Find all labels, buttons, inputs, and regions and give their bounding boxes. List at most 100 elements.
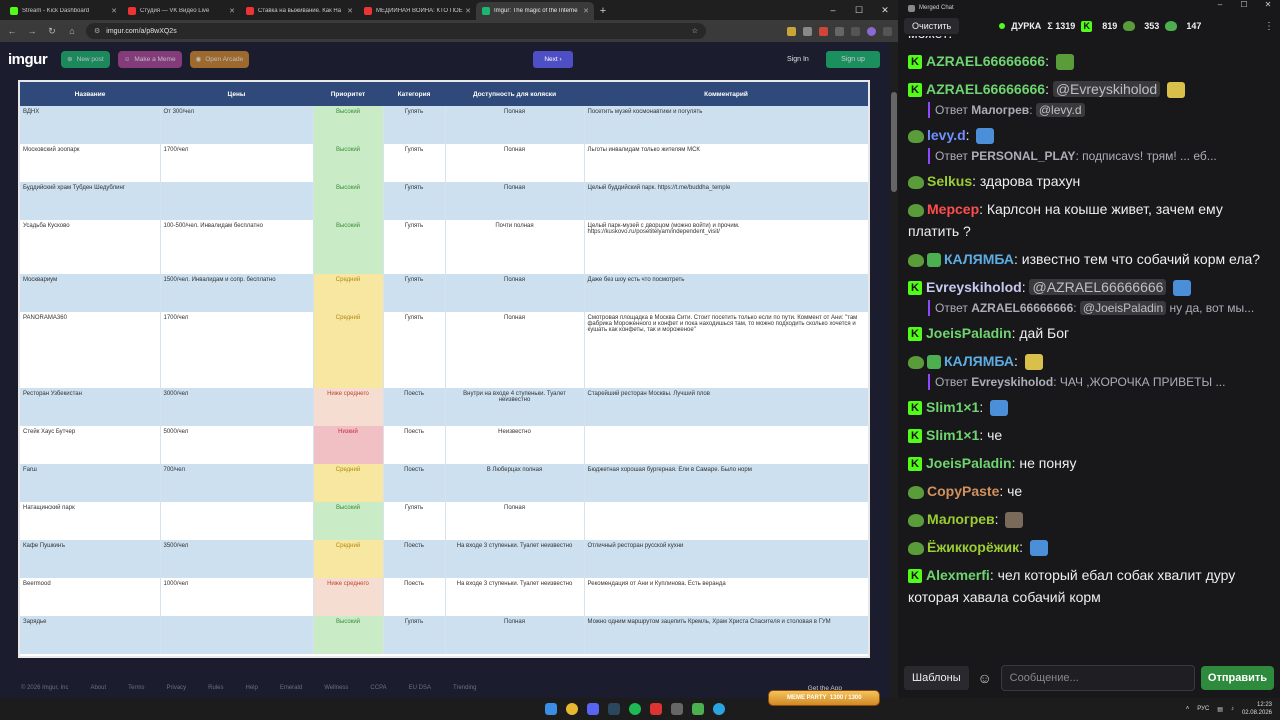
page-scrollbar[interactable] <box>890 42 898 698</box>
chat-settings-icon[interactable]: ⋮ <box>1264 21 1274 32</box>
maximize-icon[interactable]: ☐ <box>1232 0 1256 9</box>
chat-username[interactable]: Малогрев <box>927 511 995 527</box>
windows-start-icon[interactable] <box>545 703 557 715</box>
tray-chevron-icon[interactable]: ˄ <box>1186 706 1190 712</box>
message-input[interactable]: Сообщение... <box>1000 665 1195 691</box>
volume-icon[interactable]: ♪ <box>1231 706 1234 712</box>
tab-close-icon[interactable]: ✕ <box>347 7 353 15</box>
extension-icon[interactable] <box>787 26 796 36</box>
mention[interactable]: @Evreyskiholod <box>1052 81 1161 97</box>
reply-preview[interactable]: Ответ AZRAEL66666666: @JoeisPaladin ну д… <box>928 300 1270 316</box>
url-field[interactable]: ⚙ imgur.com/a/p8wXQ2s ☆ <box>86 23 706 39</box>
site-info-icon[interactable]: ⚙ <box>94 27 100 35</box>
reply-preview[interactable]: Ответ PERSONAL_PLAY: подписаvs! трям! ..… <box>928 148 1270 164</box>
chat-messages[interactable]: может: KAZRAEL66666666: KAZRAEL66666666:… <box>898 36 1280 658</box>
browser-tab[interactable]: МЕДИЙНАЯ ВОЙНА: КТО ПОЕ ✕ <box>358 2 476 20</box>
extension-icon[interactable] <box>819 26 828 36</box>
tab-title: Ставка на выживание. Как На <box>258 8 342 14</box>
footer-link[interactable]: EU DSA <box>409 685 431 691</box>
chat-username[interactable]: AZRAEL66666666 <box>926 81 1045 97</box>
telegram-icon[interactable] <box>713 703 725 715</box>
tab-close-icon[interactable]: ✕ <box>111 7 117 15</box>
home-icon[interactable]: ⌂ <box>66 26 78 36</box>
chat-username[interactable]: Selkus <box>927 173 972 189</box>
download-icon[interactable] <box>851 26 860 36</box>
mention[interactable]: @levy.d <box>1035 103 1085 117</box>
close-icon[interactable]: ✕ <box>872 0 898 20</box>
clear-button[interactable]: Очистить <box>904 18 960 34</box>
column-header: Название <box>20 82 160 106</box>
chrome-icon[interactable] <box>566 703 578 715</box>
footer-link[interactable]: Help <box>246 685 258 691</box>
new-tab-button[interactable]: + <box>594 5 612 17</box>
app-icon[interactable] <box>692 703 704 715</box>
language-indicator[interactable]: РУС <box>1197 706 1209 712</box>
reply-preview[interactable]: Ответ Evreyskiholod: ЧАЧ ,ЖОРОЧКА ПРИВЕТ… <box>928 374 1270 390</box>
close-icon[interactable]: ✕ <box>1256 0 1280 9</box>
extension-icon[interactable] <box>835 26 844 36</box>
browser-tab[interactable]: Студия — VK Видео Live ✕ <box>122 2 240 20</box>
reload-icon[interactable]: ↻ <box>46 26 58 37</box>
make-meme-button[interactable]: ☺ Make a Meme <box>117 50 182 68</box>
reply-preview[interactable]: Ответ Малогрев: @levy.d <box>928 102 1270 118</box>
emoji-icon[interactable]: ☺ <box>975 670 995 686</box>
templates-button[interactable]: Шаблоны <box>904 666 969 690</box>
footer-link[interactable]: Privacy <box>166 685 186 691</box>
footer-link[interactable]: CCPA <box>370 685 386 691</box>
new-post-button[interactable]: ⊕ New post <box>61 50 110 68</box>
footer-link[interactable]: Wellness <box>324 685 348 691</box>
back-icon[interactable]: ← <box>6 26 18 36</box>
open-arcade-button[interactable]: ◉ Open Arcade <box>189 50 250 68</box>
maximize-icon[interactable]: ☐ <box>846 0 872 20</box>
price-cell: 1700/чел <box>160 144 314 182</box>
tab-close-icon[interactable]: ✕ <box>465 7 471 15</box>
extension-icon[interactable] <box>803 26 812 36</box>
chat-username[interactable]: КАЛЯМБА <box>944 251 1014 267</box>
browser-tab[interactable]: Imgur: The magic of the Interne ✕ <box>476 2 594 20</box>
steam-icon[interactable] <box>608 703 620 715</box>
chat-username[interactable]: Alexmerfi <box>926 567 990 583</box>
chat-username[interactable]: Мерсер <box>927 201 979 217</box>
chat-username[interactable]: КАЛЯМБА <box>944 353 1014 369</box>
send-button[interactable]: Отправить <box>1200 666 1274 690</box>
mention[interactable]: @AZRAEL66666666 <box>1029 279 1167 295</box>
chat-username[interactable]: levy.d <box>927 127 966 143</box>
sign-in-link[interactable]: Sign In <box>787 56 809 63</box>
imgur-logo[interactable]: imgur <box>8 51 48 68</box>
scrollbar-thumb[interactable] <box>891 92 897 192</box>
browser-tab[interactable]: Stream - Kick Dashboard ✕ <box>4 2 122 20</box>
chat-username[interactable]: CopyPaste <box>927 483 999 499</box>
footer-link[interactable]: Trending <box>453 685 476 691</box>
chat-username[interactable]: Slim1×1 <box>926 399 979 415</box>
tab-close-icon[interactable]: ✕ <box>583 7 589 15</box>
footer-link[interactable]: About <box>90 685 106 691</box>
spotify-icon[interactable] <box>629 703 641 715</box>
footer-link[interactable]: Terms <box>128 685 144 691</box>
browser-tab[interactable]: Ставка на выживание. Как На ✕ <box>240 2 358 20</box>
tab-close-icon[interactable]: ✕ <box>229 7 235 15</box>
accessibility-cell: Почти полная <box>445 220 585 274</box>
footer-link[interactable]: Emerald <box>280 685 302 691</box>
minimize-icon[interactable]: – <box>1208 0 1232 9</box>
app-icon[interactable] <box>671 703 683 715</box>
mention[interactable]: @JoeisPaladin <box>1079 301 1167 315</box>
network-icon[interactable]: ▤ <box>1217 706 1223 713</box>
sign-up-button[interactable]: Sign up <box>826 51 880 68</box>
discord-icon[interactable] <box>587 703 599 715</box>
profile-icon[interactable] <box>867 26 876 36</box>
chat-username[interactable]: Slim1×1 <box>926 427 979 443</box>
chat-username[interactable]: JoeisPaladin <box>926 325 1012 341</box>
chat-username[interactable]: Ёжиккорёжик <box>927 539 1019 555</box>
menu-icon[interactable] <box>883 26 892 36</box>
meme-icon: ☺ <box>123 55 131 63</box>
chat-username[interactable]: AZRAEL66666666 <box>926 53 1045 69</box>
chat-username[interactable]: JoeisPaladin <box>926 455 1012 471</box>
chat-username[interactable]: Evreyskiholod <box>926 279 1022 295</box>
bookmark-star-icon[interactable]: ☆ <box>692 27 698 35</box>
next-button[interactable]: Next › <box>533 51 573 68</box>
app-icon[interactable] <box>650 703 662 715</box>
clock[interactable]: 12:23 02.08.2026 <box>1242 701 1272 717</box>
footer-link[interactable]: Rules <box>208 685 223 691</box>
minimize-icon[interactable]: – <box>820 0 846 20</box>
forward-icon[interactable]: → <box>26 26 38 36</box>
